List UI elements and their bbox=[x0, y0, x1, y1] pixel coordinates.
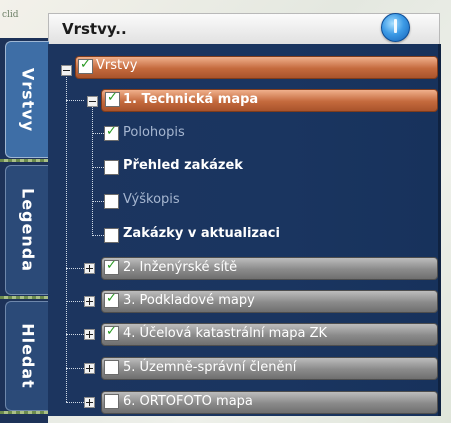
tab-hledat[interactable]: Hledat bbox=[5, 301, 49, 411]
checkbox-root[interactable]: ✓ bbox=[78, 57, 93, 74]
checkbox-group-6[interactable] bbox=[104, 394, 119, 409]
tree-connector bbox=[66, 100, 84, 101]
tab-legenda[interactable]: Legenda bbox=[5, 165, 49, 295]
map-label: clid bbox=[2, 10, 19, 20]
layer-label-polohopis[interactable]: Polohopis bbox=[123, 125, 185, 140]
tab-strip: Vrstvy Legenda Hledat bbox=[0, 38, 49, 423]
expand-icon[interactable] bbox=[84, 363, 95, 374]
node-label-group-1: 1. Technická mapa bbox=[123, 92, 259, 107]
collapse-icon[interactable] bbox=[61, 65, 72, 76]
expand-icon[interactable] bbox=[84, 263, 95, 274]
tree-connector bbox=[66, 334, 84, 335]
collapse-icon[interactable] bbox=[87, 96, 98, 107]
tree-connector bbox=[66, 368, 84, 369]
tree-connector bbox=[92, 235, 104, 236]
expand-icon[interactable] bbox=[84, 329, 95, 340]
tab-separator bbox=[0, 411, 48, 414]
tree-connector bbox=[66, 75, 67, 402]
checkbox-zakazky-v-aktualizaci[interactable] bbox=[104, 228, 119, 243]
layer-label-prehled-zakazek[interactable]: Přehled zakázek bbox=[123, 158, 243, 173]
checkbox-vyskopis[interactable] bbox=[104, 194, 119, 209]
tab-vrstvy[interactable]: Vrstvy bbox=[5, 41, 49, 158]
tab-separator bbox=[0, 296, 48, 299]
expand-icon[interactable] bbox=[84, 397, 95, 408]
panel-title: Vrstvy.. bbox=[62, 20, 127, 38]
node-label-group-3: 3. Podkladové mapy bbox=[123, 293, 255, 308]
layer-label-vyskopis[interactable]: Výškopis bbox=[123, 192, 180, 207]
tree-connector bbox=[92, 167, 104, 168]
tab-label: Hledat bbox=[18, 323, 37, 389]
tab-label: Vrstvy bbox=[18, 67, 37, 132]
checkbox-group-2[interactable]: ✓ bbox=[104, 258, 119, 275]
node-label-group-2: 2. Inženýrské sítě bbox=[123, 260, 238, 275]
checkbox-prehled-zakazek[interactable] bbox=[104, 160, 119, 175]
node-label-group-5: 5. Územně-správní členění bbox=[123, 360, 297, 375]
layer-label-zakazky-v-aktualizaci[interactable]: Zakázky v aktualizaci bbox=[123, 226, 280, 241]
tree-connector bbox=[92, 101, 93, 236]
layer-tree-panel: ✓ Vrstvy ✓ 1. Technická mapa ✓ Polohopis… bbox=[48, 44, 441, 416]
tree-connector bbox=[66, 268, 84, 269]
node-label-group-4: 4. Účelová katastrální mapa ZK bbox=[123, 326, 328, 341]
tree-connector bbox=[66, 301, 84, 302]
tree-connector bbox=[66, 402, 84, 403]
checkbox-group-5[interactable] bbox=[104, 360, 119, 375]
checkbox-polohopis[interactable]: ✓ bbox=[104, 124, 119, 141]
checkbox-group-3[interactable]: ✓ bbox=[104, 291, 119, 308]
checkbox-group-1[interactable]: ✓ bbox=[105, 90, 120, 107]
info-icon[interactable] bbox=[381, 13, 410, 42]
tab-separator bbox=[0, 159, 48, 162]
checkbox-group-4[interactable]: ✓ bbox=[104, 324, 119, 341]
layers-window: clid Vrstvy.. Vrstvy Legenda Hledat ✓ Vr… bbox=[0, 0, 451, 423]
node-label-group-6: 6. ORTOFOTO mapa bbox=[123, 394, 253, 409]
tree-connector bbox=[92, 133, 104, 134]
tab-label: Legenda bbox=[18, 188, 37, 272]
expand-icon[interactable] bbox=[84, 296, 95, 307]
node-label-root: Vrstvy bbox=[96, 58, 138, 73]
tree-connector bbox=[92, 201, 104, 202]
